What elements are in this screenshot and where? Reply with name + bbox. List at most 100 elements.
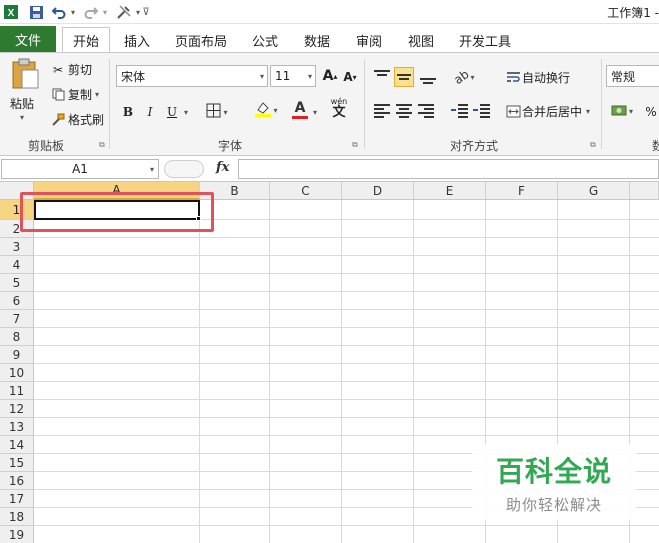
border-button[interactable]: ▾ xyxy=(202,102,232,122)
cut-button[interactable]: ✂ 剪切 xyxy=(50,61,92,78)
column-header-f[interactable]: F xyxy=(486,182,558,200)
tab-review[interactable]: 审阅 xyxy=(348,28,390,52)
number-group-label: 数 xyxy=(651,139,659,153)
decrease-indent-icon[interactable] xyxy=(450,101,470,121)
number-format-select[interactable]: 常规 xyxy=(606,65,659,87)
tab-insert[interactable]: 插入 xyxy=(115,28,159,52)
align-center-icon[interactable] xyxy=(394,101,414,121)
merge-center-button[interactable]: 合并后居中 ▾ xyxy=(504,103,590,120)
row-header-3[interactable]: 3 xyxy=(0,238,34,256)
tab-page-layout[interactable]: 页面布局 xyxy=(168,28,234,52)
gridline xyxy=(199,200,200,543)
fill-color-icon xyxy=(254,100,272,121)
font-size-value: 11 xyxy=(275,69,291,83)
undo-icon[interactable] xyxy=(50,3,68,21)
row-header-4[interactable]: 4 xyxy=(0,256,34,274)
gridline xyxy=(34,363,659,364)
row-header-6[interactable]: 6 xyxy=(0,292,34,310)
tab-developer[interactable]: 开发工具 xyxy=(452,28,518,52)
column-header-e[interactable]: E xyxy=(414,182,486,200)
align-middle-icon[interactable] xyxy=(394,67,414,87)
row-header-12[interactable]: 12 xyxy=(0,400,34,418)
group-separator xyxy=(109,59,110,149)
row-header-9[interactable]: 9 xyxy=(0,346,34,364)
orientation-button[interactable]: ab ▾ xyxy=(450,67,478,87)
group-separator xyxy=(601,59,602,149)
customize-icon[interactable]: ⊽ xyxy=(141,3,151,21)
row-header-15[interactable]: 15 xyxy=(0,454,34,472)
row-header-5[interactable]: 5 xyxy=(0,274,34,292)
paste-button[interactable]: 粘贴 xyxy=(10,95,34,112)
font-launcher-icon[interactable]: ⧉ xyxy=(352,140,358,150)
row-header-14[interactable]: 14 xyxy=(0,436,34,454)
tab-file[interactable]: 文件 xyxy=(0,26,56,52)
wrap-text-icon xyxy=(504,71,522,84)
align-left-icon[interactable] xyxy=(372,101,392,121)
row-header-18[interactable]: 18 xyxy=(0,508,34,526)
title-bar: X ▾ ▾ ▾ ⊽ 工作簿1 - xyxy=(0,0,659,24)
tab-view[interactable]: 视图 xyxy=(400,28,442,52)
font-name-select[interactable]: 宋体 ▾ xyxy=(116,65,268,87)
svg-text:X: X xyxy=(8,8,15,19)
copy-button[interactable]: 复制 ▾ xyxy=(50,86,99,103)
orientation-icon: ab xyxy=(450,66,472,88)
excel-icon: X xyxy=(2,3,20,21)
copy-label: 复制 xyxy=(68,88,93,102)
bold-button[interactable]: B xyxy=(118,102,138,122)
align-bottom-icon[interactable] xyxy=(418,67,438,87)
fill-color-button[interactable]: ▾ xyxy=(250,100,282,120)
ribbon: 粘贴 ▾ ✂ 剪切 复制 ▾ 格式刷 剪贴板 ⧉ 宋体 ▾ 11 ▾ A ▴ A ▾… xyxy=(0,52,659,156)
wrap-text-button[interactable]: 自动换行 xyxy=(504,69,570,86)
column-header-g[interactable]: G xyxy=(558,182,630,200)
row-header-19[interactable]: 19 xyxy=(0,526,34,543)
underline-dropdown-icon[interactable]: ▾ xyxy=(180,102,192,122)
gridline xyxy=(341,200,342,543)
row-header-10[interactable]: 10 xyxy=(0,364,34,382)
name-box[interactable]: A1 ▾ xyxy=(1,159,159,179)
row-header-17[interactable]: 17 xyxy=(0,490,34,508)
font-color-dropdown-icon[interactable]: ▾ xyxy=(310,102,320,122)
undo-dropdown-icon[interactable]: ▾ xyxy=(68,3,78,21)
shrink-font-icon[interactable]: A ▾ xyxy=(340,67,360,87)
row-header-13[interactable]: 13 xyxy=(0,418,34,436)
formula-bar: A1 ▾ fx xyxy=(0,156,659,182)
phonetic-button[interactable]: wén 文 xyxy=(326,97,352,120)
column-header-h[interactable] xyxy=(630,182,659,200)
paste-dropdown-icon[interactable]: ▾ xyxy=(20,113,24,122)
accounting-format-button[interactable]: ▾ xyxy=(608,101,636,121)
clipboard-group-label: 剪贴板 xyxy=(27,139,64,153)
grow-font-icon[interactable]: A ▴ xyxy=(320,66,340,86)
tools-icon[interactable] xyxy=(114,3,134,21)
redo-icon[interactable] xyxy=(82,3,100,21)
column-header-c[interactable]: C xyxy=(270,182,342,200)
align-right-icon[interactable] xyxy=(416,101,436,121)
row-header-11[interactable]: 11 xyxy=(0,382,34,400)
format-painter-label: 格式刷 xyxy=(68,113,105,127)
format-painter-button[interactable]: 格式刷 xyxy=(50,111,104,128)
underline-button[interactable]: U xyxy=(162,102,182,122)
alignment-launcher-icon[interactable]: ⧉ xyxy=(590,140,596,150)
font-size-select[interactable]: 11 ▾ xyxy=(270,65,316,87)
tab-home[interactable]: 开始 xyxy=(62,27,110,52)
align-top-icon[interactable] xyxy=(372,67,392,87)
copy-dropdown-icon[interactable]: ▾ xyxy=(95,90,99,99)
formula-input[interactable] xyxy=(238,159,659,179)
row-header-8[interactable]: 8 xyxy=(0,328,34,346)
font-color-icon: A xyxy=(294,99,306,116)
tab-data[interactable]: 数据 xyxy=(296,28,338,52)
row-header-16[interactable]: 16 xyxy=(0,472,34,490)
save-icon[interactable] xyxy=(26,3,46,21)
italic-button[interactable]: I xyxy=(140,102,160,122)
percent-button[interactable]: % xyxy=(642,102,659,122)
scissors-icon: ✂ xyxy=(52,62,64,77)
redo-dropdown-icon[interactable]: ▾ xyxy=(100,3,110,21)
clipboard-launcher-icon[interactable]: ⧉ xyxy=(99,140,105,150)
fx-icon[interactable]: fx xyxy=(216,160,229,175)
row-header-7[interactable]: 7 xyxy=(0,310,34,328)
tab-formulas[interactable]: 公式 xyxy=(244,28,286,52)
paste-icon[interactable] xyxy=(8,57,42,91)
phonetic-icon: 文 xyxy=(332,104,346,120)
column-header-d[interactable]: D xyxy=(342,182,414,200)
increase-indent-icon[interactable] xyxy=(472,101,492,121)
formula-bar-splitter[interactable] xyxy=(164,160,204,178)
